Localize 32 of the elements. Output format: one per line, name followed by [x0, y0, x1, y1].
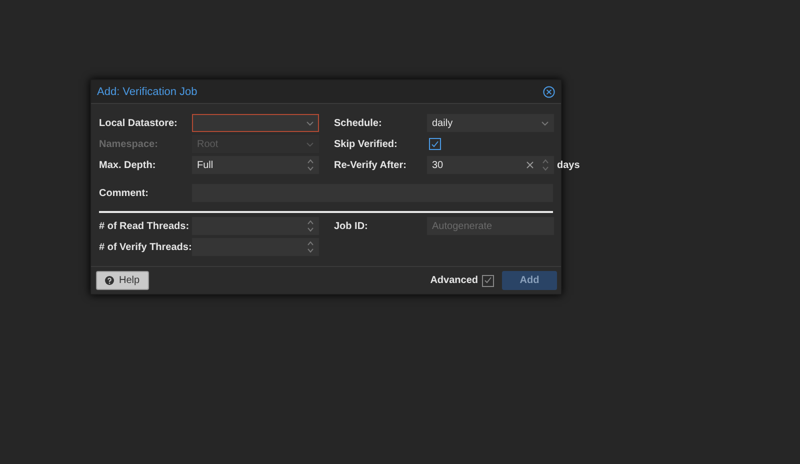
field-label: Re-Verify After: [334, 160, 408, 170]
checkbox[interactable] [482, 274, 494, 286]
field-label: Comment: [99, 188, 150, 198]
checkbox[interactable] [429, 138, 441, 150]
field-label: # of Read Threads: [99, 220, 190, 232]
field-label: Skip Verified: [334, 138, 398, 150]
dialog-title: Add: Verification Job [97, 86, 198, 98]
spinner-icon [307, 220, 314, 232]
spinner-icon [307, 241, 314, 253]
advanced-label: Advanced [430, 275, 478, 286]
help-icon [105, 276, 114, 285]
spinner-icon [542, 159, 549, 171]
field-label: Schedule: [334, 118, 383, 128]
caret-icon [306, 142, 314, 146]
field-label: Local Datastore: [99, 118, 178, 128]
spinner-field[interactable] [192, 238, 319, 256]
spinner-field[interactable] [192, 217, 319, 235]
spinner-icon [307, 159, 314, 171]
caret-icon [541, 120, 549, 126]
caret-icon [306, 120, 314, 126]
spinner-field[interactable]: 30 [427, 156, 554, 174]
field-label: Namespace: [99, 138, 159, 150]
help-button[interactable]: Help [96, 271, 149, 290]
unit-label: days [557, 160, 580, 170]
close-icon[interactable] [543, 86, 555, 98]
field-label: Max. Depth: [99, 160, 157, 170]
select-field[interactable] [192, 114, 319, 132]
clear-icon[interactable] [526, 161, 534, 169]
field-label: # of Verify Threads: [99, 242, 192, 252]
spinner-field[interactable]: Full [192, 156, 319, 174]
select-field[interactable]: daily [427, 114, 554, 132]
field-label: Job ID: [334, 220, 369, 232]
